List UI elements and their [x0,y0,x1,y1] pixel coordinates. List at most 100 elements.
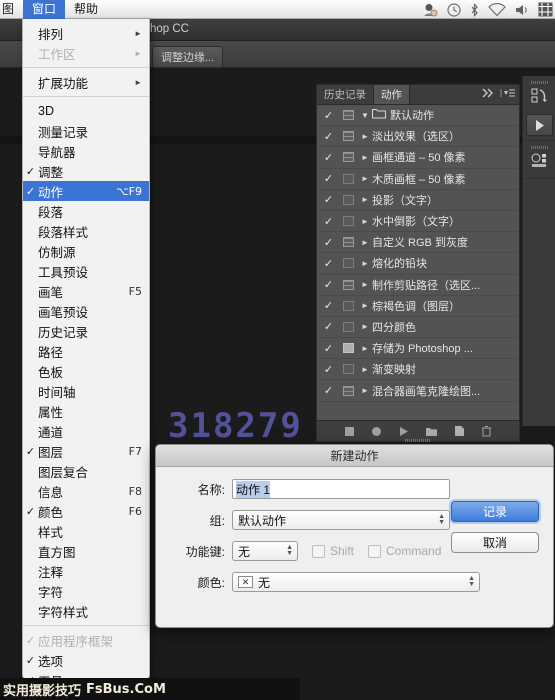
action-row[interactable]: ✓►棕褐色调（图层） [317,296,519,317]
menu-item-26[interactable]: 样式 [23,521,149,541]
play-icon[interactable] [398,426,409,437]
stop-icon[interactable] [344,426,355,437]
trash-icon[interactable] [481,425,492,437]
tab-history[interactable]: 历史记录 [317,85,374,104]
shift-checkbox[interactable]: Shift [312,544,354,558]
action-dialog-toggle[interactable] [338,195,358,205]
refine-edge-button[interactable]: 调整边缘... [152,46,223,68]
action-row[interactable]: ✓►木质画框 – 50 像素 [317,169,519,190]
bluetooth-icon[interactable] [470,3,479,17]
action-row[interactable]: ✓►四分颜色 [317,317,519,338]
menu-item-15[interactable]: 画笔预设 [23,301,149,321]
menu-item-3[interactable]: 扩展功能► [23,72,149,92]
record-icon[interactable] [371,426,382,437]
action-row[interactable]: ✓►熔化的铅块 [317,253,519,274]
action-toggle-checkbox[interactable]: ✓ [319,172,338,185]
menubar-item-help[interactable]: 帮助 [65,0,107,19]
menu-item-27[interactable]: 直方图 [23,541,149,561]
menu-item-12[interactable]: 仿制源 [23,241,149,261]
action-dialog-toggle[interactable] [338,258,358,268]
set-select[interactable]: 默认动作 ▲▼ [232,510,450,530]
chevron-right-icon[interactable]: ► [358,365,372,374]
menu-item-25[interactable]: ✓颜色F6 [23,501,149,521]
tab-actions[interactable]: 动作 [374,85,410,104]
user-account-icon[interactable] [423,3,438,17]
action-row[interactable]: ✓►渐变映射 [317,359,519,380]
menu-item-7[interactable]: 导航器 [23,141,149,161]
color-select[interactable]: ✕ 无 ▲▼ [232,572,480,592]
action-dialog-toggle[interactable] [338,364,358,374]
action-dialog-toggle[interactable] [338,280,358,290]
menu-item-28[interactable]: 注释 [23,561,149,581]
action-row[interactable]: ✓►混合器画笔克隆绘图... [317,380,519,401]
menu-item-23[interactable]: 图层复合 [23,461,149,481]
name-input[interactable]: 动作 1 [232,479,450,499]
chevron-right-icon[interactable]: ► [358,153,372,162]
menubar-item-window[interactable]: 窗口 [23,0,65,19]
chevron-down-icon[interactable]: ▼ [358,111,372,120]
action-toggle-checkbox[interactable]: ✓ [319,278,338,291]
menu-item-24[interactable]: 信息F8 [23,481,149,501]
dock-item-actions[interactable] [526,114,553,136]
action-row[interactable]: ✓►水中倒影（文字） [317,211,519,232]
input-method-icon[interactable] [538,2,553,17]
menu-item-9[interactable]: ✓动作⌥F9 [23,181,149,201]
chevron-right-icon[interactable]: ► [358,344,372,353]
action-dialog-toggle[interactable] [338,152,358,162]
chevron-right-icon[interactable]: ► [358,259,372,268]
action-toggle-checkbox[interactable]: ✓ [319,299,338,312]
menu-item-29[interactable]: 字符 [23,581,149,601]
menu-item-0[interactable]: 排列► [23,23,149,43]
action-row[interactable]: ✓►存储为 Photoshop ... [317,338,519,359]
action-dialog-toggle[interactable] [338,301,358,311]
menu-item-20[interactable]: 属性 [23,401,149,421]
actions-list[interactable]: ✓▼默认动作✓►淡出效果（选区）✓►画框通道 – 50 像素✓►木质画框 – 5… [317,105,519,420]
folder-icon[interactable] [425,426,438,437]
action-toggle-checkbox[interactable]: ✓ [319,151,338,164]
action-dialog-toggle[interactable] [338,131,358,141]
menu-item-19[interactable]: 时间轴 [23,381,149,401]
action-dialog-toggle[interactable] [338,343,358,353]
action-dialog-toggle[interactable] [338,322,358,332]
menu-item-14[interactable]: 画笔F5 [23,281,149,301]
action-dialog-toggle[interactable] [338,216,358,226]
action-toggle-checkbox[interactable]: ✓ [319,193,338,206]
new-action-icon[interactable] [454,425,465,437]
action-toggle-checkbox[interactable]: ✓ [319,342,338,355]
action-row[interactable]: ✓►淡出效果（选区） [317,126,519,147]
wifi-icon[interactable] [488,3,506,17]
collapse-icon[interactable] [482,88,495,98]
menu-item-10[interactable]: 段落 [23,201,149,221]
action-dialog-toggle[interactable] [338,110,358,120]
chevron-right-icon[interactable]: ► [358,301,372,310]
menu-item-21[interactable]: 通道 [23,421,149,441]
action-row[interactable]: ✓►投影（文字） [317,190,519,211]
action-toggle-checkbox[interactable]: ✓ [319,257,338,270]
menu-item-13[interactable]: 工具预设 [23,261,149,281]
action-row[interactable]: ✓►制作剪贴路径（选区... [317,275,519,296]
action-dialog-toggle[interactable] [338,174,358,184]
menu-item-33[interactable]: ✓选项 [23,650,149,670]
volume-icon[interactable] [515,3,529,17]
panel-menu-icon[interactable] [500,88,516,98]
chevron-right-icon[interactable]: ► [358,280,372,289]
record-button[interactable]: 记录 [451,501,539,522]
action-toggle-checkbox[interactable]: ✓ [319,109,338,122]
chevron-right-icon[interactable]: ► [358,132,372,141]
action-row[interactable]: ✓►画框通道 – 50 像素 [317,147,519,168]
chevron-right-icon[interactable]: ► [358,322,372,331]
chevron-right-icon[interactable]: ► [358,217,372,226]
cancel-button[interactable]: 取消 [451,532,539,553]
chevron-right-icon[interactable]: ► [358,386,372,395]
command-checkbox[interactable]: Command [368,544,441,558]
action-toggle-checkbox[interactable]: ✓ [319,320,338,333]
action-dialog-toggle[interactable] [338,237,358,247]
time-machine-icon[interactable] [447,3,461,17]
menu-item-17[interactable]: 路径 [23,341,149,361]
chevron-right-icon[interactable]: ► [358,195,372,204]
menu-item-30[interactable]: 字符样式 [23,601,149,621]
menu-item-16[interactable]: 历史记录 [23,321,149,341]
chevron-right-icon[interactable]: ► [358,238,372,247]
action-toggle-checkbox[interactable]: ✓ [319,215,338,228]
function-key-select[interactable]: 无 ▲▼ [232,541,298,561]
